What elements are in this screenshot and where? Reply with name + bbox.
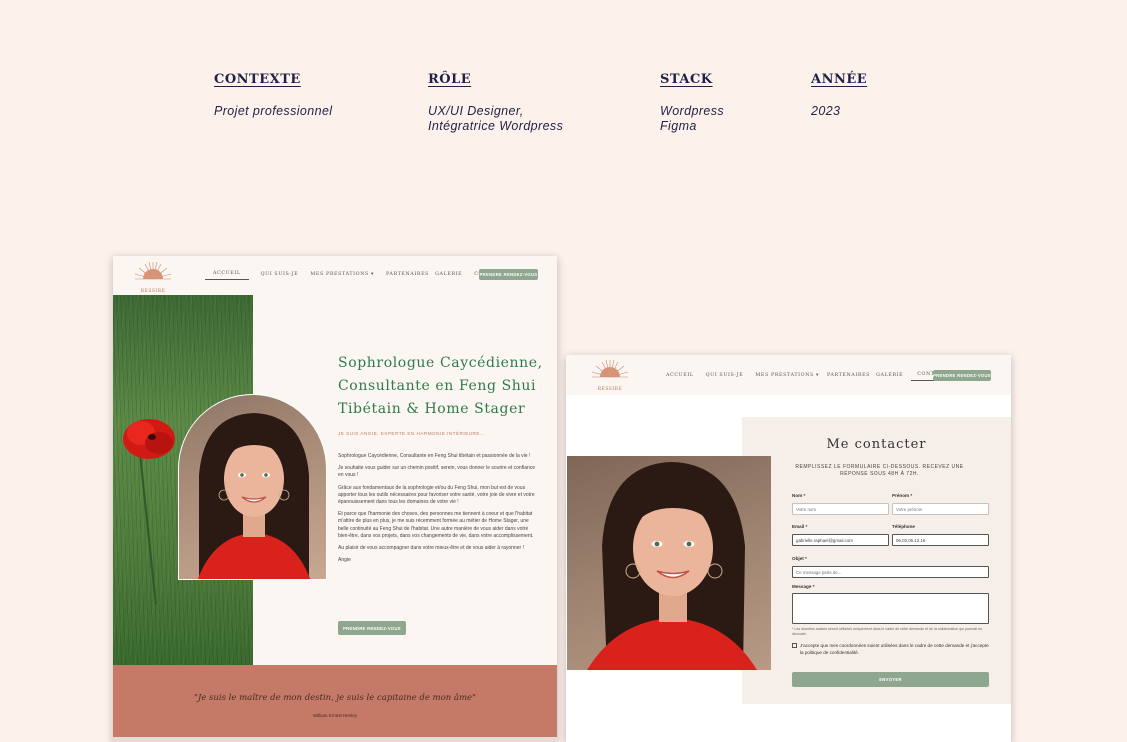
hero-title: Sophrologue Caycédienne, Consultante en … — [338, 355, 543, 417]
portrait-arch-image — [178, 394, 327, 580]
meta-stack-value-line2: Figma — [660, 119, 697, 133]
meta-stack-value-line1: Wordpress — [660, 104, 725, 118]
footer-strip — [113, 737, 557, 742]
consent-label: J'accepte que mes coordonnées soient uti… — [800, 643, 989, 655]
hero-paragraph: Sophrologue Caycédienne, Consultante en … — [338, 453, 531, 459]
contact-portrait-image — [567, 456, 771, 670]
meta-stack-label: STACK — [660, 72, 713, 87]
email-label: Email * — [792, 524, 808, 529]
nav-item-qui-suis-je[interactable]: QUI SUIS-JE — [261, 272, 299, 280]
meta-stack: STACK Wordpress Figma — [660, 72, 724, 134]
meta-role-value: UX/UI Designer, Intégratrice Wordpress — [428, 104, 563, 134]
sun-logo-icon — [134, 261, 172, 280]
objet-label: Objet * — [792, 556, 807, 561]
nav-item-accueil[interactable]: ACCUEIL — [666, 373, 694, 381]
header-cta-button[interactable]: PRENDRE RENDEZ-VOUS — [479, 269, 538, 280]
quote-author: William Ernest Henley — [312, 713, 357, 718]
poppy-stem — [139, 455, 157, 605]
meta-year: ANNÉE 2023 — [811, 72, 867, 119]
logo-text: RESSIRE — [140, 289, 166, 294]
poppy-flower-icon — [123, 419, 175, 459]
nom-label: Nom * — [792, 493, 806, 498]
nav-item-partenaires[interactable]: PARTENAIRES — [386, 272, 429, 280]
homepage-mockup: RESSIRE ACCUEIL QUI SUIS-JE MES PRESTATI… — [113, 256, 557, 742]
message-textarea[interactable] — [792, 593, 989, 624]
nav-item-galerie[interactable]: GALERIE — [876, 373, 903, 381]
telephone-label: Téléphone — [892, 524, 915, 529]
meta-stack-value: Wordpress Figma — [660, 104, 724, 134]
nav-item-prestations[interactable]: MES PRESTATIONS ▾ — [310, 272, 374, 280]
meta-role-value-line1: UX/UI Designer, — [428, 104, 524, 118]
nav-item-partenaires[interactable]: PARTENAIRES — [827, 373, 870, 381]
woman-portrait-icon — [587, 462, 757, 670]
email-input[interactable] — [792, 534, 889, 546]
nav-item-qui-suis-je[interactable]: QUI SUIS-JE — [706, 373, 744, 381]
site-logo[interactable]: RESSIRE — [588, 357, 632, 392]
contact-form-panel: Me contacter REMPLISSEZ LE FORMULAIRE CI… — [742, 417, 1011, 704]
send-button[interactable]: ENVOYER — [792, 672, 989, 687]
nav-item-accueil[interactable]: ACCUEIL — [205, 271, 249, 280]
contact-page-mockup: RESSIRE ACCUEIL QUI SUIS-JE MES PRESTATI… — [566, 355, 1011, 742]
woman-portrait-icon — [197, 413, 311, 579]
meta-context-value: Projet professionnel — [214, 104, 333, 118]
meta-year-value: 2023 — [811, 104, 841, 118]
header-cta-button[interactable]: PRENDRE RENDEZ-VOUS — [933, 370, 991, 381]
meta-context: CONTEXTE Projet professionnel — [214, 72, 332, 119]
telephone-input[interactable] — [892, 534, 989, 546]
consent-note: * Les données saisies seront utilisées u… — [792, 627, 983, 636]
meta-role-value-line2: Intégratrice Wordpress — [428, 119, 564, 133]
hero-cta-button[interactable]: PRENDRE RENDEZ-VOUS — [338, 621, 406, 635]
hero-paragraph: Et parce que l'harmonie des choses, des … — [338, 511, 534, 539]
consent-row: J'accepte que mes coordonnées soient uti… — [792, 642, 992, 656]
chevron-down-icon: ▾ — [371, 271, 375, 277]
meta-context-label: CONTEXTE — [214, 72, 301, 87]
nav-item-prestations[interactable]: MES PRESTATIONS ▾ — [755, 373, 819, 381]
sun-logo-icon — [591, 359, 629, 378]
chevron-down-icon: ▾ — [816, 372, 820, 378]
prenom-label: Prénom * — [892, 493, 913, 498]
prenom-input[interactable] — [892, 503, 989, 515]
hero-paragraph: Au plaisir de vous accompagner dans votr… — [338, 545, 524, 552]
hero-signature: Angie — [338, 557, 351, 564]
meta-role: RÔLE UX/UI Designer, Intégratrice Wordpr… — [428, 72, 563, 134]
nom-input[interactable] — [792, 503, 889, 515]
meta-year-label: ANNÉE — [811, 72, 868, 87]
nav-item-prestations-label: MES PRESTATIONS — [310, 271, 369, 277]
main-nav: ACCUEIL QUI SUIS-JE MES PRESTATIONS ▾ PA… — [205, 271, 516, 280]
contact-intro: REMPLISSEZ LE FORMULAIRE CI-DESSOUS. REC… — [795, 464, 964, 477]
meta-role-label: RÔLE — [428, 72, 472, 87]
nav-item-galerie[interactable]: GALERIE — [435, 272, 462, 280]
quote-band: "Je suis le maître de mon destin, je sui… — [113, 665, 557, 737]
consent-checkbox[interactable] — [792, 643, 797, 648]
contact-title: Me contacter — [826, 437, 927, 452]
hero-paragraph: Je souhaite vous guider sur un chemin po… — [338, 465, 536, 479]
quote-text: "Je suis le maître de mon destin, je sui… — [194, 693, 476, 703]
hero-paragraph: Grâce aux fondamentaux de la sophrologie… — [338, 484, 535, 506]
contact-header: RESSIRE ACCUEIL QUI SUIS-JE MES PRESTATI… — [566, 355, 1011, 395]
objet-input[interactable] — [792, 566, 989, 578]
site-logo[interactable]: RESSIRE — [131, 259, 175, 294]
hero-body: Sophrologue Caycédienne, Consultante en … — [338, 453, 538, 569]
nav-item-prestations-label: MES PRESTATIONS — [755, 372, 814, 378]
hero-subtitle: JE SUIS ANGIE, EXPERTE EN HARMONIE INTÉR… — [338, 431, 486, 436]
main-nav: ACCUEIL QUI SUIS-JE MES PRESTATIONS ▾ PA… — [666, 372, 965, 381]
logo-text: RESSIRE — [597, 387, 623, 392]
message-label: Message * — [792, 584, 815, 589]
